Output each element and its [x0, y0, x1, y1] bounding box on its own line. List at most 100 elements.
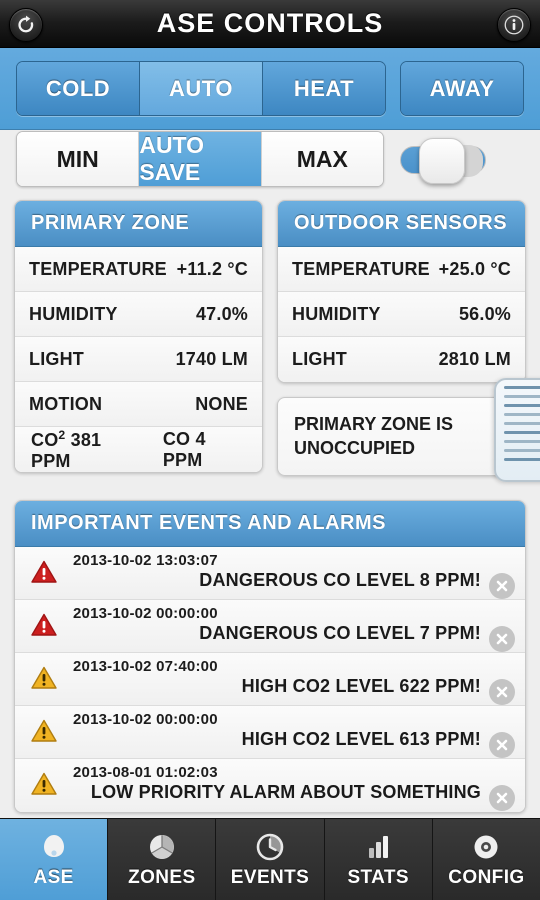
tab-ase[interactable]: ASE — [0, 819, 109, 900]
row-label: LIGHT — [292, 349, 347, 369]
close-circle-icon — [495, 738, 509, 752]
primary-zone-row-humidity: HUMIDITY 47.0% — [15, 292, 262, 337]
events-card: IMPORTANT EVENTS AND ALARMS 2013-10-02 1… — [14, 499, 526, 813]
event-timestamp: 2013-10-02 13:03:07 — [73, 551, 218, 569]
event-timestamp: 2013-08-01 01:02:03 — [73, 763, 218, 781]
peek-line — [504, 413, 540, 416]
mode-control-band: COLD AUTO HEAT AWAY — [0, 48, 540, 130]
row-value: +25.0 °C — [438, 258, 511, 279]
event-message: HIGH CO2 LEVEL 613 PPM! — [241, 728, 481, 749]
row-label: HUMIDITY — [292, 303, 381, 324]
close-circle-icon — [495, 632, 509, 646]
offscreen-card-peek[interactable] — [494, 378, 540, 482]
event-message: DANGEROUS CO LEVEL 7 PPM! — [199, 622, 481, 643]
warning-alarm-icon — [31, 666, 57, 690]
peek-line — [504, 422, 540, 425]
event-dismiss-button[interactable] — [489, 731, 515, 758]
page-title: ASE CONTROLS — [156, 8, 384, 38]
bottom-tab-bar: ASE ZONES EVENTS STATS CONFIG — [0, 818, 540, 900]
outdoor-sensors-title: OUTDOOR SENSORS — [278, 201, 525, 247]
row-label: TEMPERATURE — [29, 258, 167, 279]
events-title: IMPORTANT EVENTS AND ALARMS — [15, 500, 525, 547]
row-value: NONE — [195, 393, 248, 414]
event-dismiss-button[interactable] — [489, 784, 515, 811]
co-reading: CO 4 PPM — [162, 428, 206, 470]
event-row[interactable]: 2013-08-01 01:02:03 LOW PRIORITY ALARM A… — [15, 758, 525, 812]
main-content: PRIMARY ZONE TEMPERATURE +11.2 °C HUMIDI… — [0, 200, 540, 813]
save-control-row: MIN AUTO SAVE MAX — [0, 130, 540, 190]
tab-events[interactable]: EVENTS — [216, 819, 325, 900]
dome-sensor-icon — [39, 831, 69, 863]
save-button-min[interactable]: MIN — [17, 132, 140, 186]
power-toggle[interactable] — [400, 138, 486, 184]
event-row[interactable]: 2013-10-02 13:03:07 DANGEROUS CO LEVEL 8… — [15, 546, 525, 600]
event-timestamp: 2013-10-02 00:00:00 — [73, 710, 218, 728]
co2-reading: CO2 381 PPM — [31, 428, 143, 472]
peek-line — [504, 458, 540, 461]
co2-label: CO — [31, 429, 59, 450]
save-button-auto-save[interactable]: AUTO SAVE — [139, 132, 262, 186]
event-row[interactable]: 2013-10-02 00:00:00 HIGH CO2 LEVEL 613 P… — [15, 705, 525, 759]
away-mode-group[interactable]: AWAY — [400, 61, 524, 116]
row-label: TEMPERATURE — [292, 258, 430, 279]
event-message: LOW PRIORITY ALARM ABOUT SOMETHING — [90, 781, 481, 802]
event-dismiss-button[interactable] — [489, 678, 515, 705]
info-icon — [504, 15, 524, 35]
mode-button-away[interactable]: AWAY — [401, 62, 523, 115]
cube-icon — [147, 831, 177, 863]
critical-alarm-icon — [31, 560, 57, 584]
peek-line — [504, 395, 540, 398]
mode-button-auto[interactable]: AUTO — [140, 62, 263, 115]
refresh-button[interactable] — [9, 8, 43, 42]
tab-config[interactable]: CONFIG — [432, 819, 540, 900]
co2-superscript: 2 — [58, 427, 66, 442]
event-message: DANGEROUS CO LEVEL 8 PPM! — [199, 569, 481, 590]
event-dismiss-button[interactable] — [489, 625, 515, 652]
row-value: 2810 LM — [438, 349, 511, 369]
event-row[interactable]: 2013-10-02 00:00:00 DANGEROUS CO LEVEL 7… — [15, 599, 525, 653]
row-value: 56.0% — [458, 303, 511, 324]
save-mode-segmented[interactable]: MIN AUTO SAVE MAX — [16, 131, 384, 187]
event-dismiss-button[interactable] — [489, 572, 515, 599]
peek-line — [504, 431, 540, 434]
outdoor-row-light: LIGHT 2810 LM — [278, 337, 525, 382]
primary-zone-row-motion: MOTION NONE — [15, 382, 262, 427]
app-root: ASE CONTROLS COLD AUTO HEAT AWAY MIN AUT… — [0, 0, 540, 900]
info-button[interactable] — [497, 8, 531, 42]
save-button-max[interactable]: MAX — [261, 132, 383, 186]
row-label: MOTION — [29, 393, 103, 414]
refresh-icon — [16, 15, 36, 35]
critical-alarm-icon — [31, 613, 57, 637]
close-circle-icon — [495, 791, 509, 805]
clock-icon — [255, 831, 285, 863]
outdoor-row-humidity: HUMIDITY 56.0% — [278, 292, 525, 337]
outdoor-row-temperature: TEMPERATURE +25.0 °C — [278, 247, 525, 292]
event-timestamp: 2013-10-02 00:00:00 — [73, 604, 218, 622]
occupancy-status-card: PRIMARY ZONE IS UNOCCUPIED — [277, 397, 526, 476]
tab-label: ASE — [33, 866, 74, 888]
primary-zone-row-gas: CO2 381 PPM CO 4 PPM — [15, 427, 262, 472]
row-label: HUMIDITY — [29, 303, 118, 324]
outdoor-sensors-column: OUTDOOR SENSORS TEMPERATURE +25.0 °C HUM… — [277, 200, 526, 476]
mode-button-cold[interactable]: COLD — [17, 62, 140, 115]
primary-zone-title: PRIMARY ZONE — [15, 201, 262, 247]
row-value: 1740 LM — [175, 348, 248, 369]
mode-button-heat[interactable]: HEAT — [263, 62, 385, 115]
primary-zone-row-temperature: TEMPERATURE +11.2 °C — [15, 247, 262, 292]
event-message: HIGH CO2 LEVEL 622 PPM! — [241, 675, 481, 696]
hvac-mode-segmented[interactable]: COLD AUTO HEAT — [16, 61, 386, 116]
tab-stats[interactable]: STATS — [324, 819, 433, 900]
close-circle-icon — [495, 579, 509, 593]
close-circle-icon — [495, 685, 509, 699]
bar-chart-icon — [363, 831, 393, 863]
row-label: LIGHT — [29, 348, 84, 369]
gear-ring-icon — [471, 831, 501, 863]
event-row[interactable]: 2013-10-02 07:40:00 HIGH CO2 LEVEL 622 P… — [15, 652, 525, 706]
tab-zones[interactable]: ZONES — [108, 819, 217, 900]
tab-label: CONFIG — [448, 866, 525, 888]
peek-line — [504, 449, 540, 452]
peek-line — [504, 386, 540, 389]
tab-label: EVENTS — [230, 866, 310, 888]
toggle-knob[interactable] — [419, 138, 465, 184]
peek-line — [504, 404, 540, 407]
